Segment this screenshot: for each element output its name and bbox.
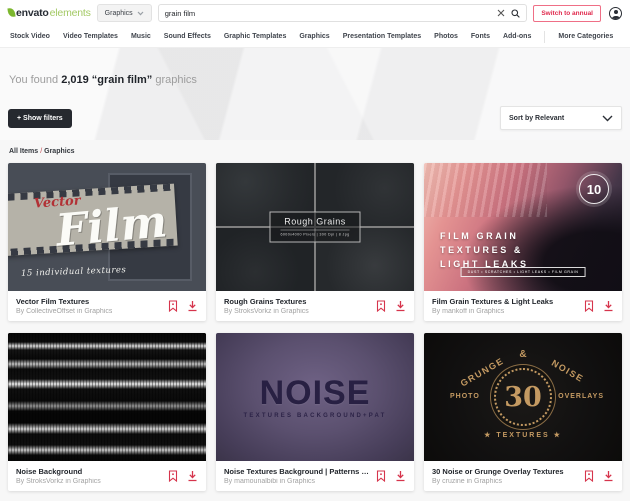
nav-item-fonts[interactable]: Fonts	[471, 33, 490, 40]
category-nav: Stock Video Video Templates Music Sound …	[0, 26, 630, 48]
nav-item-graphics[interactable]: Graphics	[299, 33, 329, 40]
chevron-down-icon	[137, 11, 144, 16]
thumbnail-noise-purple[interactable]: NOISE TEXTURES BACKGROUND+PAT	[216, 333, 414, 461]
close-icon	[497, 9, 505, 17]
nav-item-photos[interactable]: Photos	[434, 33, 458, 40]
search-category-label: Graphics	[105, 10, 133, 17]
search-icon	[511, 9, 520, 18]
envato-leaf-icon	[7, 8, 15, 18]
card-title[interactable]: Vector Film Textures	[16, 297, 112, 306]
sort-dropdown-label: Sort by Relevant	[509, 115, 564, 122]
bookmark-icon[interactable]	[376, 300, 386, 312]
bookmark-icon[interactable]	[168, 470, 178, 482]
breadcrumb-separator: /	[40, 148, 42, 155]
logo-elements-text: elements	[50, 7, 91, 19]
breadcrumb-graphics[interactable]: Graphics	[44, 148, 74, 155]
top-bar: envato elements Graphics Switch to annua…	[0, 0, 630, 26]
card-title[interactable]: 30 Noise or Grunge Overlay Textures	[432, 467, 564, 476]
thumb-count-badge: 10	[579, 174, 609, 204]
card-byline[interactable]: By mamounalbibi in Graphics	[224, 478, 370, 485]
result-card-grunge-overlay-textures[interactable]: GRUNGE & NOISE 30 PHOTO OVERLAYS ★ TEXTU…	[424, 333, 622, 491]
search-category-dropdown[interactable]: Graphics	[97, 4, 152, 22]
card-title[interactable]: Film Grain Textures & Light Leaks	[432, 297, 553, 306]
bookmark-icon[interactable]	[376, 470, 386, 482]
chevron-down-icon	[602, 115, 613, 122]
thumb-word-sub: TEXTURES BACKGROUND+PAT	[244, 413, 387, 419]
result-card-noise-background[interactable]: Noise Background By StroksVorkz in Graph…	[8, 333, 206, 491]
bookmark-icon[interactable]	[584, 300, 594, 312]
card-title[interactable]: Noise Textures Background | Patterns Sea…	[224, 467, 370, 476]
logo-envato-text: envato	[16, 7, 49, 19]
nav-item-video-templates[interactable]: Video Templates	[63, 33, 118, 40]
nav-item-music[interactable]: Music	[131, 33, 151, 40]
card-byline[interactable]: By mankoff in Graphics	[432, 308, 553, 315]
user-avatar[interactable]	[609, 7, 622, 20]
show-filters-button[interactable]: + Show filters	[8, 109, 72, 128]
thumb-badge-ring: 30	[494, 368, 552, 426]
download-icon[interactable]	[603, 300, 614, 312]
switch-to-annual-button[interactable]: Switch to annual	[533, 5, 601, 22]
results-count-line: You found 2,019 “grain film” graphics	[0, 48, 630, 86]
thumbnail-grunge-badge[interactable]: GRUNGE & NOISE 30 PHOTO OVERLAYS ★ TEXTU…	[424, 333, 622, 461]
nav-item-presentation-templates[interactable]: Presentation Templates	[343, 33, 421, 40]
download-icon[interactable]	[395, 470, 406, 482]
nav-item-graphic-templates[interactable]: Graphic Templates	[224, 33, 287, 40]
download-icon[interactable]	[603, 470, 614, 482]
nav-item-sound-effects[interactable]: Sound Effects	[164, 33, 211, 40]
result-card-film-grain-light-leaks[interactable]: FILM GRAIN TEXTURES & LIGHT LEAKS 10 DUS…	[424, 163, 622, 321]
thumbnail-film-grain-light-leaks[interactable]: FILM GRAIN TEXTURES & LIGHT LEAKS 10 DUS…	[424, 163, 622, 291]
thumb-word-noise: NOISE	[260, 376, 371, 410]
envato-elements-logo[interactable]: envato elements	[8, 7, 91, 19]
results-count-bold: 2,019 “grain film”	[61, 74, 152, 86]
result-card-rough-grains-textures[interactable]: Rough Grains 6000x4000 Pixels | 300 Dpi …	[216, 163, 414, 321]
download-icon[interactable]	[395, 300, 406, 312]
card-byline[interactable]: By StroksVorkz in Graphics	[16, 478, 101, 485]
result-card-noise-textures-patterns[interactable]: NOISE TEXTURES BACKGROUND+PAT Noise Text…	[216, 333, 414, 491]
bookmark-icon[interactable]	[168, 300, 178, 312]
result-card-vector-film-textures[interactable]: Vector Film 15 individual textures Vecto…	[8, 163, 206, 321]
download-icon[interactable]	[187, 300, 198, 312]
search-bar	[158, 4, 528, 22]
card-title[interactable]: Noise Background	[16, 467, 101, 476]
thumbnail-vector-film[interactable]: Vector Film 15 individual textures	[8, 163, 206, 291]
card-byline[interactable]: By cruzine in Graphics	[432, 478, 564, 485]
nav-item-add-ons[interactable]: Add-ons	[503, 33, 531, 40]
card-byline[interactable]: By CollectiveOffset in Graphics	[16, 308, 112, 315]
thumb-keyword-bar: DUST • SCRATCHES • LIGHT LEAKS • FILM GR…	[461, 267, 586, 277]
card-byline[interactable]: By StroksVorkz in Graphics	[224, 308, 309, 315]
results-header: You found 2,019 “grain film” graphics + …	[0, 48, 630, 140]
avatar-person-icon	[614, 10, 618, 14]
results-grid: Vector Film 15 individual textures Vecto…	[0, 161, 630, 501]
card-title[interactable]: Rough Grains Textures	[224, 297, 309, 306]
search-input[interactable]	[165, 9, 492, 18]
breadcrumb-all-items[interactable]: All Items	[9, 148, 38, 155]
results-toolbar: + Show filters Sort by Relevant	[0, 106, 630, 130]
clear-search-button[interactable]	[497, 9, 505, 17]
breadcrumb: All Items/Graphics	[0, 140, 630, 161]
search-submit-button[interactable]	[511, 9, 520, 18]
nav-item-stock-video[interactable]: Stock Video	[10, 33, 50, 40]
thumb-title-block: FILM GRAIN TEXTURES & LIGHT LEAKS	[440, 229, 529, 271]
nav-divider	[544, 31, 545, 43]
download-icon[interactable]	[187, 470, 198, 482]
thumb-word-film: Film	[54, 196, 169, 257]
thumbnail-rough-grains[interactable]: Rough Grains 6000x4000 Pixels | 300 Dpi …	[216, 163, 414, 291]
sort-dropdown[interactable]: Sort by Relevant	[500, 106, 622, 130]
thumb-center-label: Rough Grains 6000x4000 Pixels | 300 Dpi …	[269, 212, 360, 243]
bookmark-icon[interactable]	[584, 470, 594, 482]
nav-item-more-categories[interactable]: More Categories	[558, 33, 613, 40]
thumbnail-noise-background[interactable]	[8, 333, 206, 461]
